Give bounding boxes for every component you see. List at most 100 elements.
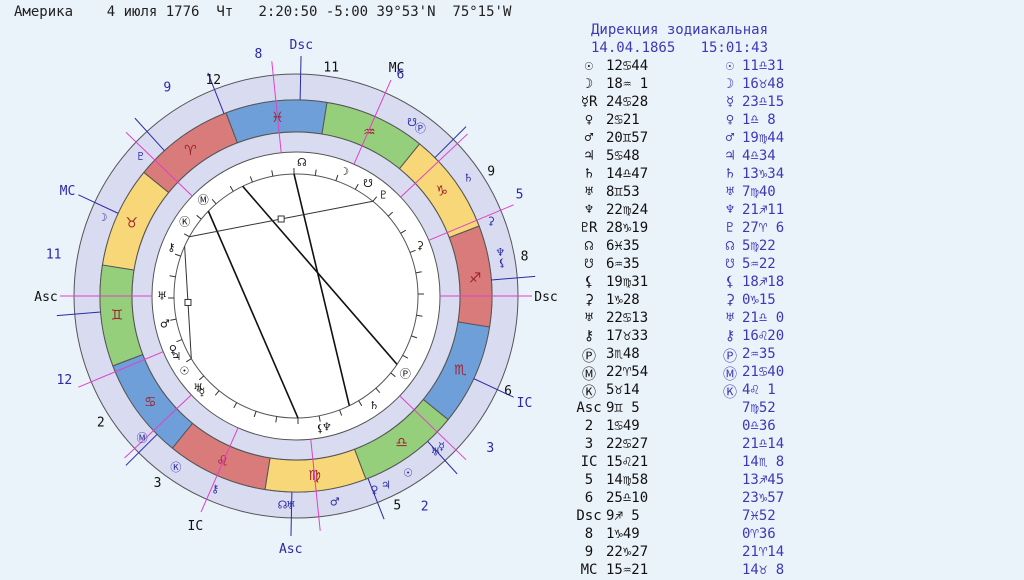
position-row: ☉12♋44☉11♎31	[568, 58, 1024, 76]
natal-house-number: 5	[393, 499, 401, 514]
direction-value: 21♎ 0	[742, 310, 852, 326]
position-row: ♂20♊57♂19♍44	[568, 130, 1024, 148]
natal-planet-glyph: ☊	[297, 156, 307, 169]
direction-planet-glyph: Ⓟ	[415, 122, 426, 135]
position-row: ♅22♋13♅21♎ 0	[568, 310, 1024, 328]
natal-planet-glyph: ♄	[369, 399, 379, 412]
zodiac-sign-glyph: ♈	[184, 143, 197, 159]
direction-house-number: 5	[516, 187, 524, 202]
direction-value: 16♌20	[742, 328, 852, 344]
row-label: Asc	[572, 400, 606, 416]
natal-planet-glyph: ⚸	[316, 422, 324, 435]
direction-symbol: ☉	[718, 58, 742, 74]
direction-value: 0♈36	[742, 526, 852, 542]
direction-symbol: ♂	[718, 130, 742, 146]
position-row: ☊6♓35☊5♍22	[568, 238, 1024, 256]
direction-value: 13♐45	[742, 472, 852, 488]
natal-value: 3♏48	[606, 346, 716, 362]
position-row: ♀2♋21♀1♎ 8	[568, 112, 1024, 130]
row-label: ♅	[572, 310, 606, 326]
direction-axis-label: Dsc	[290, 38, 313, 53]
direction-planet-glyph: ⚳	[487, 215, 495, 228]
row-label: ♅	[572, 184, 606, 200]
direction-house-number: 8	[254, 47, 262, 62]
zodiac-sign-glyph: ♊	[111, 308, 124, 324]
row-label: Ⓟ	[572, 346, 606, 366]
direction-symbol: ⚸	[718, 274, 742, 290]
direction-planet-glyph: ☽	[98, 211, 108, 224]
natal-value: 25♎10	[606, 490, 716, 506]
row-label: 3	[572, 436, 606, 452]
position-row: ☋6♒35☋5♒22	[568, 256, 1024, 274]
direction-axis-label: IC	[517, 396, 533, 411]
direction-house-number: 9	[163, 80, 171, 95]
direction-value: 23♑57	[742, 490, 852, 506]
direction-symbol: ⚳	[718, 292, 742, 308]
aspect-marker	[185, 299, 191, 305]
natal-value: 1♑49	[606, 526, 716, 542]
direction-value: 14♉ 8	[742, 562, 852, 578]
row-label: ♄	[572, 166, 606, 182]
astro-wheel[interactable]: ♈♉♊♋♌♍♎♏♐♑♒♓AscDscMCICAscDscMCIC11122356…	[0, 0, 560, 579]
natal-house-number: 11	[323, 61, 339, 76]
direction-planet-glyph: ♇	[136, 150, 146, 163]
position-row: ♇R28♑19♇27♈ 6	[568, 220, 1024, 238]
direction-value: 0♑15	[742, 292, 852, 308]
zodiac-sign-glyph: ♎	[395, 435, 408, 451]
direction-value: 16♉48	[742, 76, 852, 92]
direction-value: 1♎ 8	[742, 112, 852, 128]
position-row: MC15♒2114♉ 8	[568, 562, 1024, 580]
natal-house-number: 12	[205, 73, 221, 88]
natal-planet-glyph: ♅	[193, 382, 203, 395]
natal-value: 8♊53	[606, 184, 716, 200]
natal-planet-glyph: ⚷	[167, 241, 175, 254]
direction-value: 4♌ 1	[742, 382, 852, 398]
row-label: ⚸	[572, 274, 606, 290]
direction-planet-glyph: ☊	[278, 499, 288, 512]
row-label: ⚳	[572, 292, 606, 308]
natal-house-number: 9	[487, 165, 495, 180]
natal-value: 18♒ 1	[606, 76, 716, 92]
row-label: ♂	[572, 130, 606, 146]
direction-symbol: ☽	[718, 76, 742, 92]
direction-planet-glyph: ♄	[463, 172, 473, 185]
position-row: 81♑490♈36	[568, 526, 1024, 544]
natal-value: 17♉33	[606, 328, 716, 344]
position-row: Ⓟ3♏48Ⓟ2♒35	[568, 346, 1024, 364]
aspect-circle	[174, 174, 418, 418]
natal-planet-glyph: ☉	[180, 364, 190, 377]
natal-value: 28♑19	[606, 220, 716, 236]
natal-planet-glyph: ⚳	[416, 239, 424, 252]
natal-axis-label: Dsc	[534, 290, 557, 305]
natal-value: 6♓35	[606, 238, 716, 254]
direction-planet-glyph: ♅	[431, 446, 441, 459]
direction-value: 0♎36	[742, 418, 852, 434]
direction-symbol: ♅	[718, 184, 742, 200]
natal-axis-label: IC	[188, 519, 204, 534]
zodiac-sign-glyph: ♌	[216, 453, 229, 469]
natal-value: 22♍24	[606, 202, 716, 218]
position-row: 922♑2721♈14	[568, 544, 1024, 562]
natal-planet-glyph: ♃	[171, 350, 181, 363]
position-row: Ⓚ5♉14Ⓚ4♌ 1	[568, 382, 1024, 400]
direction-symbol: Ⓟ	[718, 346, 742, 366]
natal-value: 24♋28	[606, 94, 716, 110]
direction-planet-glyph: Ⓚ	[170, 461, 181, 474]
direction-planet-glyph: ♃	[381, 479, 391, 492]
direction-value: 18♐18	[742, 274, 852, 290]
direction-value: 11♎31	[742, 58, 852, 74]
position-row: Dsc9♐ 57♓52	[568, 508, 1024, 526]
row-label: Dsc	[572, 508, 606, 524]
direction-value: 21♐11	[742, 202, 852, 218]
direction-value: 21♈14	[742, 544, 852, 560]
natal-value: 12♋44	[606, 58, 716, 74]
natal-planet-glyph: Ⓜ	[198, 193, 209, 206]
direction-value: 19♍44	[742, 130, 852, 146]
direction-symbol: ♅	[718, 310, 742, 326]
natal-house-number: 6	[504, 384, 512, 399]
direction-axis-label: Asc	[279, 542, 302, 557]
position-row: Ⓜ22♈54Ⓜ21♋40	[568, 364, 1024, 382]
direction-house-number: 6	[396, 67, 404, 82]
natal-house-number: 2	[97, 415, 105, 430]
position-row: 514♍5813♐45	[568, 472, 1024, 490]
